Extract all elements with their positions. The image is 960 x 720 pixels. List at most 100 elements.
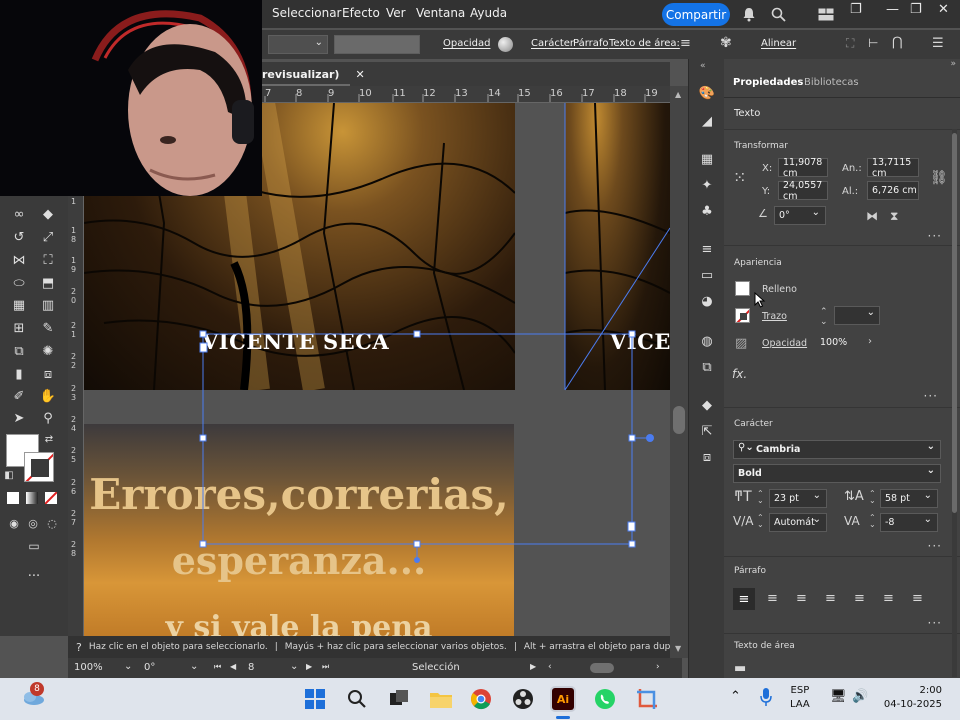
search-icon[interactable] (769, 5, 787, 23)
align-left-icon[interactable]: ≡ (680, 36, 691, 51)
stroke-panel-icon[interactable]: ≡ (697, 239, 717, 259)
style-swatch-icon[interactable] (498, 37, 513, 52)
scroll-down-icon[interactable]: ▼ (675, 644, 681, 653)
stroke-weight-select[interactable]: ⌄ (268, 35, 328, 54)
scroll-up-icon[interactable]: ▲ (675, 90, 681, 99)
restore-panel-icon[interactable]: ❐ (850, 2, 862, 17)
scale-tool-icon[interactable]: ⤢ (38, 227, 58, 247)
collapse-panel-icon[interactable]: » (950, 59, 956, 69)
transform-icon[interactable]: ⛶ (846, 36, 854, 51)
area-text-link[interactable]: Texto de área: (609, 38, 680, 49)
color-mode-icon[interactable] (7, 492, 19, 504)
scrollbar-thumb[interactable] (673, 406, 685, 434)
graphic-styles-icon[interactable]: ⧉ (697, 357, 717, 377)
height-field[interactable]: 6,726 cm (867, 181, 919, 200)
fx-icon[interactable]: fx. (732, 367, 747, 381)
horizontal-scrollbar-thumb[interactable] (590, 663, 614, 673)
last-artboard-icon[interactable]: ⏭ (322, 662, 329, 672)
rotate-tool-icon[interactable]: ↺ (9, 227, 29, 247)
artboard-chevron-icon[interactable]: ⌄ (290, 661, 298, 672)
swap-colors-icon[interactable]: ⇄ (42, 432, 56, 446)
constrain-proportions-icon[interactable]: ⛓ (930, 170, 948, 186)
opacity-arrow-icon[interactable]: › (868, 336, 872, 347)
brushes-icon[interactable]: ✦ (697, 175, 717, 195)
microphone-icon[interactable] (760, 688, 772, 709)
stroke-label[interactable]: Trazo (762, 311, 787, 322)
tray-overflow-icon[interactable]: ⌃ (730, 689, 741, 704)
eyedropper-icon[interactable]: ✎ (38, 318, 58, 338)
network-icon[interactable]: 🖥 (830, 689, 847, 704)
x-field[interactable]: 11,9078 cm (778, 157, 828, 179)
zoom-icon[interactable]: ⚲ (38, 408, 58, 428)
gradient-panel-icon[interactable]: ▭ (697, 265, 717, 285)
color-guide-icon[interactable]: ◢ (697, 111, 717, 131)
character-link[interactable]: Carácter (531, 38, 574, 49)
scroll-right-icon[interactable]: › (656, 662, 660, 672)
document-tab[interactable]: revisualizar) ✕ (262, 62, 373, 86)
recolor-icon[interactable]: ✾ (720, 35, 732, 51)
share-button[interactable]: Compartir (662, 3, 730, 26)
stroke-color-swatch[interactable] (735, 308, 750, 323)
draw-inside-icon[interactable]: ◌ (42, 513, 62, 533)
menu-ayuda[interactable]: Ayuda (470, 6, 507, 20)
prev-artboard-icon[interactable]: ◀ (230, 662, 236, 671)
taskbar-search-icon[interactable] (344, 686, 370, 712)
blend-tool-icon[interactable]: ⧉ (9, 341, 29, 361)
font-size-field[interactable]: 23 pt ⌄ (769, 489, 827, 508)
appearance-panel-icon[interactable]: ◍ (697, 331, 717, 351)
more-options-icon[interactable]: ··· (928, 539, 942, 553)
tool-menu-icon[interactable]: ▶ (530, 662, 536, 671)
more-options-icon[interactable]: ··· (928, 616, 942, 630)
shape-builder-icon[interactable]: ⬭ (9, 273, 29, 293)
brush-select[interactable] (334, 35, 420, 54)
scroll-left-icon[interactable]: ‹ (548, 662, 552, 672)
chrome-icon[interactable] (468, 686, 494, 712)
transparency-icon[interactable]: ◕ (697, 291, 717, 311)
more-tools-icon[interactable]: ··· (24, 566, 44, 586)
leading-field[interactable]: 58 pt ⌄ (880, 489, 938, 508)
selection-tool-icon[interactable]: ➤ (9, 408, 29, 428)
obs-icon[interactable] (510, 686, 536, 712)
menu-ventana[interactable]: Ventana (416, 6, 465, 20)
tracking-field[interactable]: -8 ⌄ (880, 513, 938, 532)
hand-icon[interactable]: ✋ (38, 386, 58, 406)
appearance-opacity-label[interactable]: Opacidad (762, 338, 807, 349)
mesh-tool-icon[interactable]: ⊞ (9, 318, 29, 338)
language-indicator[interactable]: ESP LAA (790, 684, 810, 712)
justify-left-icon[interactable]: ≡ (825, 591, 836, 606)
symbols-icon[interactable]: ♣ (697, 201, 717, 221)
symbol-sprayer-icon[interactable]: ✺ (38, 341, 58, 361)
volume-icon[interactable]: 🔊 (852, 689, 868, 704)
font-family-select[interactable]: ⚲⌄ Cambria ⌄ (733, 440, 941, 459)
align-link[interactable]: Alinear (761, 38, 796, 49)
illustrator-app-icon[interactable]: Ai (550, 686, 576, 712)
maximize-icon[interactable]: ❐ (910, 2, 922, 17)
artboards-panel-icon[interactable]: ⧈ (697, 447, 717, 467)
width-tool-icon[interactable]: ⋈ (9, 250, 29, 270)
gradient-mode-icon[interactable] (26, 492, 38, 504)
next-artboard-icon[interactable]: ▶ (306, 662, 312, 671)
tab-properties[interactable]: Propiedades (733, 77, 803, 88)
blob-brush-icon[interactable]: ∞ (9, 204, 29, 224)
isolate-icon[interactable]: ⋂ (892, 35, 903, 50)
vertical-scrollbar[interactable]: ▲ ▼ (670, 86, 688, 658)
bell-icon[interactable] (740, 5, 758, 23)
live-paint-icon[interactable]: ⬒ (38, 273, 58, 293)
justify-all-icon[interactable]: ≡ (912, 591, 923, 606)
leading-stepper-icon[interactable]: ⌃ ⌄ (869, 490, 876, 505)
justify-center-icon[interactable]: ≡ (854, 591, 865, 606)
close-icon[interactable]: ✕ (938, 2, 949, 17)
area-text-options-icon[interactable]: ▬ (734, 661, 746, 676)
font-size-stepper-icon[interactable]: ⌃ ⌄ (757, 490, 764, 505)
menu-ver[interactable]: Ver (386, 6, 406, 20)
appearance-opacity-value[interactable]: 100% (820, 337, 847, 348)
flip-horizontal-icon[interactable]: ⧓ (866, 209, 878, 223)
default-colors-icon[interactable]: ◧ (2, 468, 16, 482)
rotation-value[interactable]: 0° (144, 662, 155, 673)
color-panel-icon[interactable]: 🎨 (697, 83, 717, 103)
flip-vertical-icon[interactable]: ⧗ (890, 209, 898, 224)
stroke-weight-field[interactable]: ⌄ (834, 306, 880, 325)
fill-color-swatch[interactable] (735, 281, 750, 296)
paragraph-link[interactable]: Párrafo (573, 38, 609, 49)
menu-efecto[interactable]: Efecto (342, 6, 380, 20)
